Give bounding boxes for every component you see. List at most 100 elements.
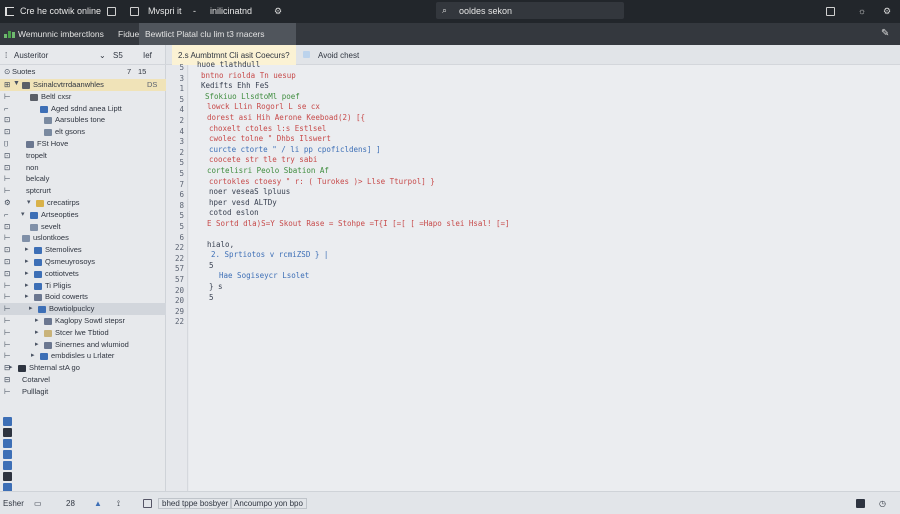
- tree-item[interactable]: ⊢ Pulllagit: [0, 386, 166, 398]
- gear-icon[interactable]: ⚙: [881, 5, 893, 17]
- tree-item[interactable]: ⊢ ▸ Ti Pligis: [0, 280, 166, 292]
- gutter-mark-icon: ⊡: [4, 150, 11, 160]
- chevron-down-icon[interactable]: ▼: [13, 80, 20, 87]
- chevron-down-icon[interactable]: ▾: [21, 210, 25, 218]
- chevron-right-icon[interactable]: ▸: [25, 245, 29, 253]
- tree-item[interactable]: ⊡ ▸ cottiotvets: [0, 268, 166, 280]
- file-icon: [34, 270, 42, 278]
- activity-bar-icon[interactable]: [3, 417, 12, 426]
- gutter-mark-icon: ⊡: [4, 162, 11, 172]
- file-icon: [34, 294, 42, 302]
- chevron-right-icon[interactable]: ▸: [31, 351, 35, 359]
- chevron-right-icon[interactable]: ▸: [29, 304, 33, 312]
- chevron-right-icon[interactable]: ▸: [25, 281, 29, 289]
- chevron-right-icon[interactable]: ▸: [35, 328, 39, 336]
- tree-item[interactable]: ⊢ belcaly: [0, 173, 166, 185]
- chevron-right-icon[interactable]: ▸: [35, 340, 39, 348]
- gutter-mark-icon: ⊢: [4, 292, 11, 302]
- tree-item[interactable]: ⊡ ▸ Stemolives: [0, 244, 166, 256]
- status-left[interactable]: Esher: [3, 499, 24, 508]
- tree-item[interactable]: ⊢ Beltl cxsr: [0, 91, 166, 103]
- sidebar-toggle-icon[interactable]: [3, 5, 15, 17]
- gutter-mark-icon: ⌐: [4, 103, 9, 113]
- tree-item[interactable]: ⊡ elt gsons: [0, 126, 166, 138]
- settings-icon[interactable]: ⚙: [272, 5, 284, 17]
- menu-item-a[interactable]: Mvspri it: [148, 6, 182, 16]
- tree-item-label: FSt Hove: [37, 139, 69, 148]
- file-icon: [30, 93, 38, 101]
- tree-item[interactable]: ⊢ sptcrurt: [0, 185, 166, 197]
- status-item-b[interactable]: Ancoumpo yon bpo: [230, 498, 307, 509]
- bell-icon[interactable]: ▲: [94, 499, 102, 508]
- tree-item[interactable]: ⊡ non: [0, 162, 166, 174]
- tree-item[interactable]: ⊟ Cotarvel: [0, 374, 166, 386]
- tree-item-label: Aarsubles tone: [55, 115, 106, 125]
- tree-item[interactable]: ⌷ FSt Hove: [0, 138, 166, 150]
- chevron-right-icon[interactable]: ▸: [25, 257, 29, 265]
- code-line-text: 2. Sprtiotos v rcmiZSD } |: [211, 250, 329, 260]
- chevron-right-icon[interactable]: ▸: [35, 316, 39, 324]
- activity-bar-icon[interactable]: [3, 461, 12, 470]
- branch-icon[interactable]: ⟟: [117, 499, 120, 509]
- status-count[interactable]: 28: [66, 499, 75, 508]
- status-item-a[interactable]: bhed tppe bosbyer: [158, 498, 233, 509]
- tree-item[interactable]: ⊢ ▸ Boid cowerts: [0, 291, 166, 303]
- panel-icon[interactable]: [824, 5, 836, 17]
- activity-bar-icon[interactable]: [3, 439, 12, 448]
- search-text: ooldes sekon: [459, 6, 513, 16]
- tree-item[interactable]: ⌐ ▾ Artseopties: [0, 209, 166, 221]
- window-icon[interactable]: [105, 5, 117, 17]
- code-line-text: cortelisri Peolo Sbation Af: [207, 166, 329, 175]
- clock-icon[interactable]: ◷: [879, 499, 886, 508]
- tree-item[interactable]: ⚙ ▾ crecatirps: [0, 197, 166, 209]
- menu-item-b[interactable]: inilicinatnd: [210, 6, 252, 16]
- code-line-text: cortokles ctoesy " r: ( Turokes )> Llse …: [209, 176, 435, 186]
- tree-item[interactable]: ⊢ ▸ Sinernes and wlumiod: [0, 339, 166, 351]
- file-icon: [34, 282, 42, 290]
- checkbox-icon[interactable]: [143, 499, 152, 508]
- tab-app[interactable]: Wemunnic imberctlons: [18, 23, 104, 45]
- tree-item[interactable]: ⊡ tropelt: [0, 150, 166, 162]
- code-line-text: cwolec tolne " Dhbs Ilswert: [209, 134, 331, 144]
- tree-item[interactable]: ⊢ uslontkoes: [0, 232, 166, 244]
- chevron-right-icon[interactable]: ▸: [25, 292, 29, 300]
- chat-icon[interactable]: ▭: [34, 499, 42, 508]
- search-box[interactable]: ⌕ ooldes sekon: [436, 2, 624, 19]
- line-number: 3: [179, 137, 184, 147]
- tree-item-label: Shternal stA go: [29, 363, 80, 373]
- tab-active[interactable]: Bewtlict Platal clu lim t3 rnacers: [139, 23, 296, 45]
- code-area[interactable]: huoe tlathdull bntno riolda Tn uesup Kedif…: [189, 60, 900, 491]
- gutter-mark-icon: ⊢: [4, 339, 11, 349]
- chevron-right-icon[interactable]: ▸: [25, 269, 29, 277]
- code-line-text: noer veseaS lpluus: [209, 187, 291, 197]
- code-line-text: dorest asi Hih Aerone Keeboad(2) [{: [207, 113, 366, 122]
- tree-item[interactable]: ⊡ Aarsubles tone: [0, 114, 166, 126]
- tree-item[interactable]: ⊢ ▸ Bowtiolpuclcy: [0, 303, 166, 316]
- gutter-mark-icon: ⊢: [4, 233, 11, 243]
- tree-item[interactable]: ⊞ ▼ Ssinalcvtrrdaanwhles DS: [0, 79, 166, 91]
- tree-item[interactable]: ⊢ ▸ Kaglopy Sowtl stepsr: [0, 315, 166, 327]
- project-name[interactable]: Cre he cotwik online: [20, 6, 101, 16]
- editor-tab-other[interactable]: Avoid chest: [312, 45, 365, 65]
- gutter-mark: ⊙: [4, 67, 11, 76]
- activity-bar-icon[interactable]: [3, 450, 12, 459]
- tree-item[interactable]: ⊡ ▸ Qsmeuyrosoys: [0, 256, 166, 268]
- activity-bar-icon[interactable]: [3, 428, 12, 437]
- layout-icon[interactable]: [128, 5, 140, 17]
- tree-item[interactable]: ⊡ sevelt: [0, 221, 166, 233]
- chevron-down-icon[interactable]: ⌄: [99, 51, 106, 60]
- tree-item[interactable]: ⊢ ▸ embdisles u Lrlater: [0, 350, 166, 362]
- chevron-down-icon[interactable]: ▾: [27, 198, 31, 206]
- tree-item-label: Beltl cxsr: [41, 91, 72, 101]
- activity-bar-icon[interactable]: [3, 472, 12, 481]
- terminal-icon[interactable]: [856, 499, 865, 510]
- chevron-right-icon[interactable]: ▸: [9, 363, 13, 371]
- line-number: 7: [179, 179, 184, 189]
- tree-item[interactable]: ⊢ ▸ Stcer lwe Tbtiod: [0, 327, 166, 339]
- tools-icon[interactable]: ✎: [881, 28, 889, 39]
- tree-item-label: Stemolives: [45, 245, 82, 255]
- tree-item[interactable]: ⌐ Aged sdnd anea Liptt: [0, 103, 166, 115]
- tree-item[interactable]: ⊟ ▸ Shternal stA go: [0, 362, 166, 374]
- sun-icon[interactable]: ☼: [856, 5, 868, 17]
- tree-item-label: Kaglopy Sowtl stepsr: [55, 316, 126, 325]
